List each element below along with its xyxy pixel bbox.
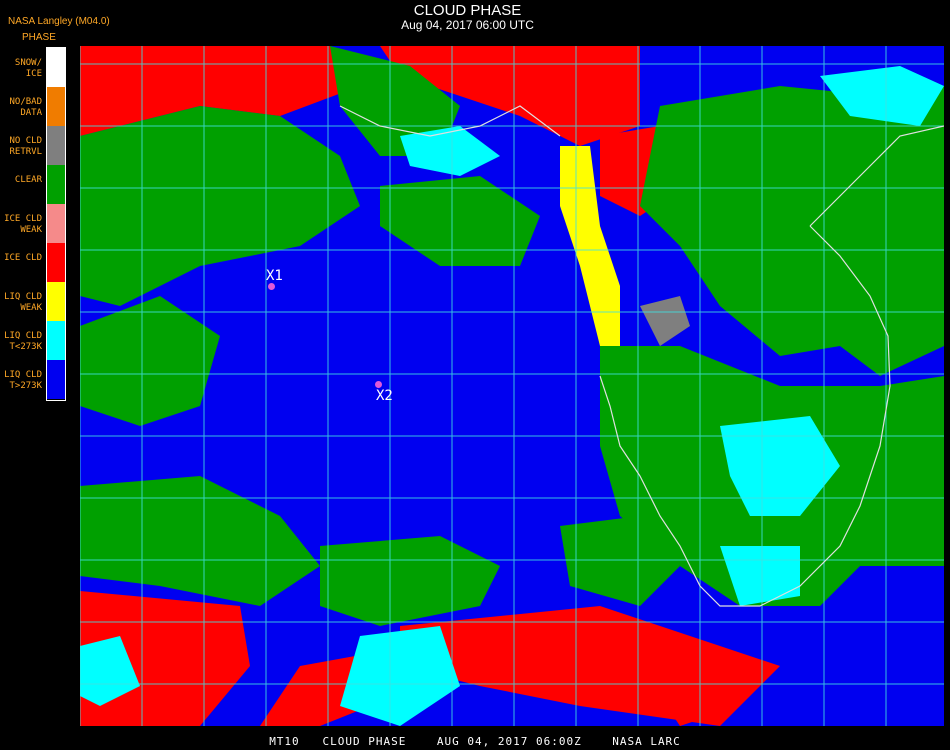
legend-swatch: [47, 282, 65, 321]
legend-label-line1: LIQ CLD: [4, 292, 42, 302]
legend-label: ICE CLD WEAK: [0, 214, 42, 236]
legend-label: SNOW/ICE: [0, 58, 42, 80]
legend-label-line2: DATA: [20, 108, 42, 118]
legend-label-line1: SNOW/: [14, 58, 42, 68]
legend-swatch: [47, 126, 65, 165]
clear-region: [80, 106, 360, 306]
legend-label-line1: ICE CLD: [4, 214, 42, 224]
legend-label: CLEAR: [0, 175, 42, 186]
legend-label-line1: LIQ CLD: [4, 331, 42, 341]
legend-label-line1: ICE CLD: [4, 253, 42, 263]
clear-region: [640, 86, 944, 376]
cloud-phase-map[interactable]: X1 X2: [80, 46, 944, 726]
legend-label: NO/BAD DATA: [0, 97, 42, 119]
footer-caption: MT10 CLOUD PHASE AUG 04, 2017 06:00Z NAS…: [269, 735, 681, 748]
legend-label-line2: T>273K: [9, 381, 42, 391]
no-retrieval-region: [640, 296, 690, 346]
legend-label-line2: WEAK: [20, 303, 42, 313]
legend-label: LIQ CLD T<273K: [0, 331, 42, 353]
liquid-cold-cloud-region: [340, 626, 460, 726]
legend-swatch: [47, 321, 65, 360]
legend-label-line2: WEAK: [20, 225, 42, 235]
legend-label-line2: RETRVL: [9, 147, 42, 157]
marker-x1-dot: [268, 283, 275, 290]
map-canvas: [80, 46, 944, 726]
phase-legend: [46, 47, 66, 401]
clear-region: [320, 536, 500, 626]
clear-region: [80, 296, 220, 426]
legend-label-line1: NO/BAD: [9, 97, 42, 107]
marker-x1-label: X1: [266, 268, 283, 284]
legend-heading: PHASE: [22, 32, 56, 43]
legend-label-line2: ICE: [25, 69, 42, 79]
legend-label: LIQ CLD T>273K: [0, 370, 42, 392]
legend-swatch: [47, 87, 65, 126]
legend-swatch: [47, 204, 65, 243]
legend-label: ICE CLD: [0, 253, 42, 264]
legend-label-line1: LIQ CLD: [4, 370, 42, 380]
legend-swatch: [47, 243, 65, 282]
legend-label-line1: NO CLD: [9, 136, 42, 146]
clear-region: [80, 476, 320, 606]
legend-label-line1: CLEAR: [14, 175, 42, 185]
marker-x2-dot: [375, 381, 382, 388]
legend-swatch: [47, 48, 65, 87]
map-title: CLOUD PHASE: [413, 2, 522, 19]
legend-label: NO CLD RETRVL: [0, 136, 42, 158]
legend-label: LIQ CLD WEAK: [0, 292, 42, 314]
clear-region: [380, 176, 540, 266]
legend-swatch: [47, 165, 65, 204]
legend-label-line2: T<273K: [9, 342, 42, 352]
map-timestamp: Aug 04, 2017 06:00 UTC: [401, 18, 534, 32]
marker-x2-label: X2: [376, 388, 393, 404]
legend-swatch: [47, 360, 65, 399]
